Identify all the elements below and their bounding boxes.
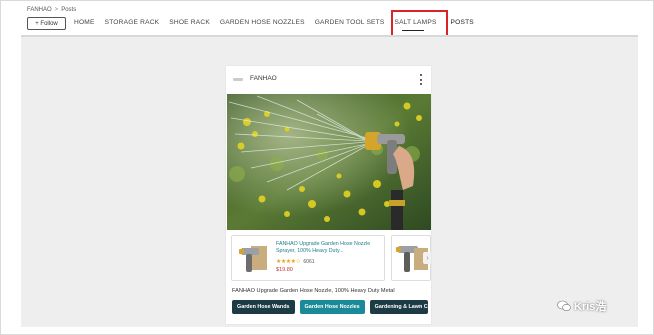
breadcrumb: FANHAO > Posts bbox=[27, 7, 76, 13]
nav-item-shoe-rack[interactable]: SHOE RACK bbox=[169, 19, 210, 26]
brand-logo bbox=[233, 78, 243, 81]
tags-next-icon[interactable]: › bbox=[419, 303, 421, 310]
nav-item-posts[interactable]: POSTS bbox=[451, 19, 474, 26]
post-header: FANHAO bbox=[226, 66, 431, 93]
nav-item-home[interactable]: HOME bbox=[74, 19, 95, 26]
product-thumbnail bbox=[239, 246, 267, 272]
watermark-text: Kris浩 bbox=[574, 301, 607, 313]
breadcrumb-separator: > bbox=[54, 7, 59, 13]
breadcrumb-brand[interactable]: FANHAO bbox=[27, 7, 52, 13]
product-card[interactable]: FANHAO Upgrade Garden Hose Nozzle Spraye… bbox=[231, 235, 385, 281]
product-price: $19.80 bbox=[276, 267, 293, 273]
product-carousel: FANHAO Upgrade Garden Hose Nozzle Spraye… bbox=[231, 235, 431, 283]
wechat-icon bbox=[557, 300, 571, 312]
product-rating: ★★★★☆ 6061 bbox=[276, 258, 315, 266]
post-brand-name[interactable]: FANHAO bbox=[250, 75, 277, 82]
product-title[interactable]: FANHAO Upgrade Garden Hose Nozzle Spraye… bbox=[276, 241, 382, 255]
nav-item-storage-rack[interactable]: STORAGE RACK bbox=[105, 19, 160, 26]
follow-button[interactable]: + Follow bbox=[27, 17, 66, 30]
watermark: Kris浩 bbox=[557, 298, 606, 314]
nav-item-garden-tool-sets[interactable]: GARDEN TOOL SETS bbox=[315, 19, 385, 26]
tag-garden-hose-wands[interactable]: Garden Hose Wands bbox=[232, 300, 295, 314]
rating-stars-icon: ★★★★☆ bbox=[276, 259, 301, 265]
post-card: FANHAO FANHAO Upgrade Garden Hose Nozzle… bbox=[226, 66, 431, 324]
tag-garden-hose-nozzles[interactable]: Garden Hose Nozzles bbox=[299, 300, 365, 314]
posts-highlight-box bbox=[391, 10, 448, 37]
post-tags: Garden Hose Wands Garden Hose Nozzles Ga… bbox=[232, 300, 428, 314]
rating-count: 6061 bbox=[303, 258, 315, 265]
post-image[interactable] bbox=[227, 94, 431, 230]
nav-item-garden-hose-nozzles[interactable]: GARDEN HOSE NOZZLES bbox=[220, 19, 305, 26]
carousel-next-icon[interactable]: › bbox=[423, 252, 431, 264]
more-options-icon[interactable] bbox=[419, 74, 423, 85]
post-caption: FANHAO Upgrade Garden Hose Nozzle, 100% … bbox=[232, 288, 395, 294]
breadcrumb-current: Posts bbox=[61, 7, 77, 13]
